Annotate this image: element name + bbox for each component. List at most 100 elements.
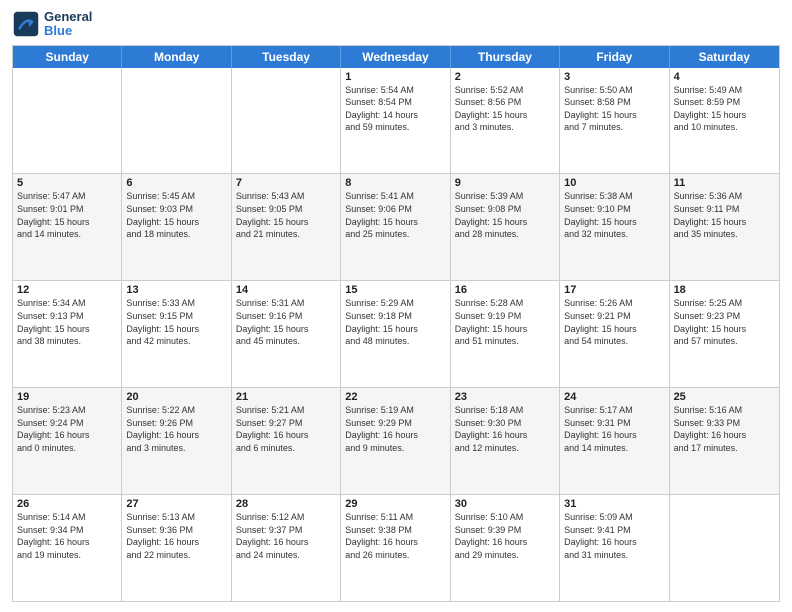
cell-line: and 0 minutes. xyxy=(17,442,117,455)
cell-line: Sunset: 9:30 PM xyxy=(455,417,555,430)
cell-line: Sunrise: 5:19 AM xyxy=(345,404,445,417)
cell-line: Sunrise: 5:29 AM xyxy=(345,297,445,310)
cell-line: and 21 minutes. xyxy=(236,228,336,241)
cell-line: and 9 minutes. xyxy=(345,442,445,455)
cell-line: Sunset: 9:19 PM xyxy=(455,310,555,323)
cell-line: Sunrise: 5:47 AM xyxy=(17,190,117,203)
cell-line: Sunrise: 5:18 AM xyxy=(455,404,555,417)
cell-line: Sunrise: 5:52 AM xyxy=(455,84,555,97)
cell-line: Sunrise: 5:11 AM xyxy=(345,511,445,524)
cell-line: Sunset: 9:33 PM xyxy=(674,417,775,430)
cell-line: and 45 minutes. xyxy=(236,335,336,348)
cell-line: Daylight: 15 hours xyxy=(455,216,555,229)
cell-line: and 31 minutes. xyxy=(564,549,664,562)
cell-line: Sunset: 9:18 PM xyxy=(345,310,445,323)
cell-line: Sunset: 9:16 PM xyxy=(236,310,336,323)
header: General Blue xyxy=(12,10,780,39)
cell-line: Daylight: 16 hours xyxy=(126,429,226,442)
cell-line: and 38 minutes. xyxy=(17,335,117,348)
cell-line: Daylight: 16 hours xyxy=(345,429,445,442)
day-number: 27 xyxy=(126,498,226,510)
day-cell-14: 14Sunrise: 5:31 AMSunset: 9:16 PMDayligh… xyxy=(232,281,341,387)
cell-line: Daylight: 16 hours xyxy=(455,429,555,442)
cell-line: Sunset: 9:26 PM xyxy=(126,417,226,430)
day-cell-29: 29Sunrise: 5:11 AMSunset: 9:38 PMDayligh… xyxy=(341,495,450,601)
cell-line: Daylight: 16 hours xyxy=(564,429,664,442)
day-number: 1 xyxy=(345,71,445,83)
day-number: 19 xyxy=(17,391,117,403)
day-cell-21: 21Sunrise: 5:21 AMSunset: 9:27 PMDayligh… xyxy=(232,388,341,494)
cell-line: and 42 minutes. xyxy=(126,335,226,348)
cell-line: Sunrise: 5:10 AM xyxy=(455,511,555,524)
cell-line: Daylight: 16 hours xyxy=(564,536,664,549)
empty-cell xyxy=(122,68,231,174)
day-number: 21 xyxy=(236,391,336,403)
day-number: 14 xyxy=(236,284,336,296)
empty-cell xyxy=(670,495,779,601)
cell-line: Daylight: 15 hours xyxy=(564,216,664,229)
cell-line: Sunrise: 5:09 AM xyxy=(564,511,664,524)
day-header-tuesday: Tuesday xyxy=(232,46,341,68)
cell-line: Sunset: 9:01 PM xyxy=(17,203,117,216)
cell-line: Daylight: 15 hours xyxy=(345,323,445,336)
cell-line: Sunset: 9:08 PM xyxy=(455,203,555,216)
calendar: SundayMondayTuesdayWednesdayThursdayFrid… xyxy=(12,45,780,602)
cell-line: Daylight: 16 hours xyxy=(674,429,775,442)
day-header-sunday: Sunday xyxy=(13,46,122,68)
cell-line: Sunrise: 5:45 AM xyxy=(126,190,226,203)
cell-line: Sunset: 8:54 PM xyxy=(345,96,445,109)
calendar-row-4: 26Sunrise: 5:14 AMSunset: 9:34 PMDayligh… xyxy=(13,494,779,601)
day-cell-20: 20Sunrise: 5:22 AMSunset: 9:26 PMDayligh… xyxy=(122,388,231,494)
calendar-row-2: 12Sunrise: 5:34 AMSunset: 9:13 PMDayligh… xyxy=(13,280,779,387)
cell-line: Daylight: 16 hours xyxy=(236,429,336,442)
cell-line: Daylight: 16 hours xyxy=(17,536,117,549)
cell-line: Sunset: 9:24 PM xyxy=(17,417,117,430)
cell-line: Daylight: 16 hours xyxy=(236,536,336,549)
day-number: 23 xyxy=(455,391,555,403)
day-cell-18: 18Sunrise: 5:25 AMSunset: 9:23 PMDayligh… xyxy=(670,281,779,387)
day-cell-11: 11Sunrise: 5:36 AMSunset: 9:11 PMDayligh… xyxy=(670,174,779,280)
cell-line: and 35 minutes. xyxy=(674,228,775,241)
day-cell-26: 26Sunrise: 5:14 AMSunset: 9:34 PMDayligh… xyxy=(13,495,122,601)
cell-line: Sunrise: 5:41 AM xyxy=(345,190,445,203)
cell-line: Sunset: 9:13 PM xyxy=(17,310,117,323)
day-number: 30 xyxy=(455,498,555,510)
day-cell-2: 2Sunrise: 5:52 AMSunset: 8:56 PMDaylight… xyxy=(451,68,560,174)
day-cell-9: 9Sunrise: 5:39 AMSunset: 9:08 PMDaylight… xyxy=(451,174,560,280)
cell-line: and 14 minutes. xyxy=(17,228,117,241)
day-number: 26 xyxy=(17,498,117,510)
day-number: 6 xyxy=(126,177,226,189)
cell-line: Sunrise: 5:49 AM xyxy=(674,84,775,97)
day-number: 28 xyxy=(236,498,336,510)
day-number: 8 xyxy=(345,177,445,189)
cell-line: Sunrise: 5:34 AM xyxy=(17,297,117,310)
day-cell-17: 17Sunrise: 5:26 AMSunset: 9:21 PMDayligh… xyxy=(560,281,669,387)
cell-line: Daylight: 15 hours xyxy=(236,323,336,336)
cell-line: Sunset: 9:36 PM xyxy=(126,524,226,537)
cell-line: Daylight: 15 hours xyxy=(564,109,664,122)
cell-line: Sunset: 8:58 PM xyxy=(564,96,664,109)
logo: General Blue xyxy=(12,10,92,39)
cell-line: Daylight: 15 hours xyxy=(674,323,775,336)
day-cell-30: 30Sunrise: 5:10 AMSunset: 9:39 PMDayligh… xyxy=(451,495,560,601)
day-number: 2 xyxy=(455,71,555,83)
day-cell-24: 24Sunrise: 5:17 AMSunset: 9:31 PMDayligh… xyxy=(560,388,669,494)
cell-line: and 29 minutes. xyxy=(455,549,555,562)
day-cell-28: 28Sunrise: 5:12 AMSunset: 9:37 PMDayligh… xyxy=(232,495,341,601)
cell-line: and 25 minutes. xyxy=(345,228,445,241)
day-number: 17 xyxy=(564,284,664,296)
cell-line: and 3 minutes. xyxy=(126,442,226,455)
cell-line: Sunrise: 5:14 AM xyxy=(17,511,117,524)
page: General Blue SundayMondayTuesdayWednesda… xyxy=(0,0,792,612)
day-number: 10 xyxy=(564,177,664,189)
day-number: 31 xyxy=(564,498,664,510)
cell-line: Sunrise: 5:16 AM xyxy=(674,404,775,417)
cell-line: Sunrise: 5:26 AM xyxy=(564,297,664,310)
cell-line: Sunset: 8:56 PM xyxy=(455,96,555,109)
cell-line: and 54 minutes. xyxy=(564,335,664,348)
day-number: 5 xyxy=(17,177,117,189)
cell-line: and 51 minutes. xyxy=(455,335,555,348)
cell-line: Daylight: 15 hours xyxy=(17,216,117,229)
cell-line: Sunrise: 5:33 AM xyxy=(126,297,226,310)
cell-line: Sunset: 9:11 PM xyxy=(674,203,775,216)
